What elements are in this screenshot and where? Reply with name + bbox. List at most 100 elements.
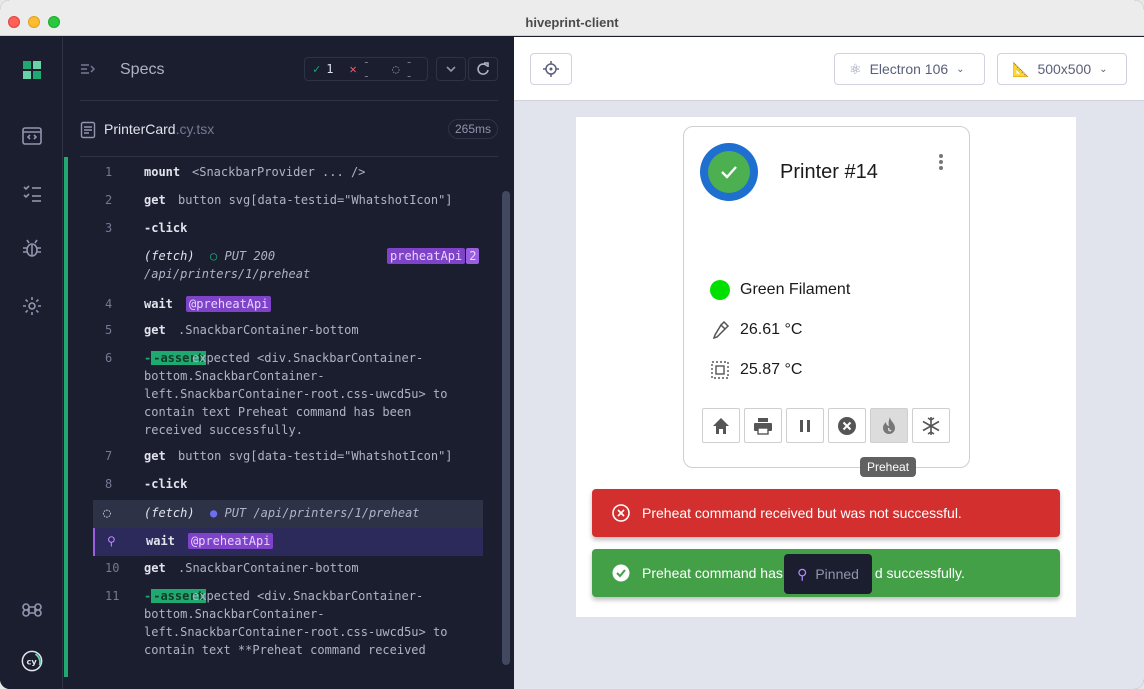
- checkmark-icon: [721, 166, 737, 179]
- fetch-row-active[interactable]: ◌ (fetch) ● PUT /api/printers/1/preheat: [93, 500, 483, 528]
- browser-selector[interactable]: ⚛ Electron 106 ⌄: [834, 53, 985, 85]
- settings-gear-icon[interactable]: [19, 293, 45, 319]
- refresh-icon: [477, 62, 489, 75]
- status-circle-icon: ○: [210, 249, 218, 263]
- command-row[interactable]: 1 mount <SnackbarProvider ... />: [93, 165, 483, 191]
- spec-file-ext: .cy.tsx: [175, 121, 215, 137]
- pause-button[interactable]: [786, 408, 824, 443]
- command-row[interactable]: 3 -click: [93, 221, 483, 247]
- pause-icon: [800, 419, 810, 432]
- assert-row[interactable]: 6 - -assert expected <div.SnackbarContain…: [93, 351, 483, 441]
- alias-badge[interactable]: preheatApi 2: [387, 248, 480, 264]
- alias-label: @preheatApi: [188, 533, 274, 549]
- command-message: button svg[data-testid="WhatshotIcon"]: [178, 449, 453, 463]
- assert-line: left.SnackbarContainer-root.css-uwcd5u> …: [144, 387, 448, 401]
- expand-collapse-button[interactable]: [436, 57, 466, 81]
- rerun-button[interactable]: [468, 57, 498, 81]
- chevron-down-icon: ⌄: [956, 63, 965, 75]
- window-title: hiveprint-client: [525, 15, 619, 30]
- document-icon: [80, 121, 96, 139]
- pending-stat: ◌ --: [384, 55, 427, 83]
- nozzle-temp-row: 26.61 °C: [710, 320, 802, 340]
- command-row[interactable]: 2 get button svg[data-testid="WhatshotIc…: [93, 193, 483, 219]
- x-icon: ✕: [349, 62, 357, 76]
- electron-icon: ⚛: [849, 60, 862, 77]
- nozzle-temp-value: 26.61 °C: [740, 321, 803, 338]
- specs-list-icon[interactable]: [80, 61, 96, 77]
- selector-playground-button[interactable]: [530, 53, 572, 85]
- cooldown-button[interactable]: [912, 408, 950, 443]
- printer-name: Printer #14: [780, 161, 878, 183]
- fetch-url: /api/printers/1/preheat: [144, 267, 311, 281]
- fetch-method-status: PUT 200: [224, 249, 276, 263]
- pin-icon: ⚲: [797, 565, 808, 582]
- preheat-button[interactable]: [870, 408, 908, 443]
- fetch-row[interactable]: (fetch) ○ PUT 200 /api/printers/1/prehea…: [93, 248, 483, 289]
- debug-bug-icon[interactable]: [19, 236, 45, 262]
- assert-line: contain text Preheat command has been: [144, 405, 412, 419]
- bed-icon: [711, 361, 729, 379]
- command-message: button svg[data-testid="WhatshotIcon"]: [178, 193, 453, 207]
- chevron-down-icon: ⌄: [1099, 63, 1108, 75]
- filament-label: Green Filament: [740, 281, 851, 298]
- aut-iframe: Printer #14 Green Filament 26.61 °C 25.8…: [576, 117, 1076, 617]
- test-pass-indicator: [64, 157, 68, 677]
- status-dot-icon: ●: [210, 506, 218, 520]
- app-window: hiveprint-client cy Specs ✓ 1 ✕ -- ◌ -- …: [0, 0, 1144, 689]
- more-vert-icon[interactable]: [938, 153, 944, 171]
- command-number: 5: [105, 323, 113, 337]
- filament-color-dot: [710, 280, 730, 300]
- command-log: 1 mount <SnackbarProvider ... /> 2 get b…: [64, 157, 514, 689]
- assert-row[interactable]: 11 - -assert expected <div.SnackbarContai…: [93, 589, 483, 665]
- print-button[interactable]: [744, 408, 782, 443]
- error-snackbar-message: Preheat command received but was not suc…: [642, 505, 962, 521]
- spec-duration-badge: 265ms: [447, 119, 498, 139]
- specs-nav-icon[interactable]: [19, 123, 45, 149]
- check-icon: ✓: [313, 62, 321, 76]
- printer-card: Printer #14 Green Filament 26.61 °C 25.8…: [683, 126, 970, 468]
- command-row[interactable]: 10 get .SnackbarContainer-bottom: [93, 561, 483, 587]
- ruler-icon: 📐: [1012, 60, 1030, 77]
- error-snackbar: Preheat command received but was not suc…: [592, 489, 1060, 537]
- command-name: mount: [144, 165, 181, 179]
- assert-line: bottom.SnackbarContainer-: [144, 607, 325, 621]
- cypress-logo-icon[interactable]: [19, 57, 45, 83]
- command-row-pinned[interactable]: ⚲ wait @preheatApi: [93, 528, 483, 556]
- test-stats: ✓ 1 ✕ -- ◌ --: [304, 55, 428, 83]
- command-number: 11: [105, 589, 120, 603]
- keyboard-shortcuts-icon[interactable]: [19, 597, 45, 623]
- error-icon: [612, 504, 630, 522]
- command-number: 8: [105, 477, 113, 491]
- cypress-cy-logo-icon[interactable]: cy: [16, 645, 48, 677]
- assert-line: expected <div.SnackbarContainer-: [192, 351, 424, 365]
- command-row[interactable]: 7 get button svg[data-testid="WhatshotIc…: [93, 449, 483, 475]
- cancel-icon: [838, 416, 856, 435]
- command-name: get: [144, 561, 166, 575]
- spec-file-header[interactable]: PrinterCard.cy.tsx 265ms: [80, 101, 498, 157]
- nozzle-icon: [712, 320, 730, 340]
- assert-line: left.SnackbarContainer-root.css-uwcd5u> …: [144, 625, 448, 639]
- command-name: -click: [144, 477, 188, 491]
- success-check-icon: [612, 564, 630, 582]
- aut-toolbar: ⚛ Electron 106 ⌄ 📐 500x500 ⌄: [514, 37, 1144, 101]
- viewport-selector[interactable]: 📐 500x500 ⌄: [997, 53, 1127, 85]
- command-number: 3: [105, 221, 113, 235]
- command-row[interactable]: 5 get .SnackbarContainer-bottom: [93, 323, 483, 349]
- reporter-panel: Specs ✓ 1 ✕ -- ◌ -- PrinterCard.cy.tsx 2…: [64, 37, 514, 689]
- home-button[interactable]: [702, 408, 740, 443]
- side-nav: cy: [0, 37, 63, 689]
- assert-line: contain text **Preheat command received: [144, 643, 426, 657]
- assert-line: expected <div.SnackbarContainer-: [192, 589, 424, 603]
- command-message: <SnackbarProvider ... />: [192, 165, 366, 179]
- specs-title[interactable]: Specs: [120, 61, 164, 79]
- chevron-down-icon: [446, 66, 456, 73]
- command-number: 7: [105, 449, 113, 463]
- command-log-scrollbar[interactable]: [502, 191, 510, 665]
- command-row[interactable]: 4 wait @preheatApi: [93, 296, 483, 323]
- cancel-button[interactable]: [828, 408, 866, 443]
- browser-label: Electron 106: [869, 61, 949, 77]
- printer-status-avatar: [700, 143, 758, 201]
- fetch-method-url: PUT /api/printers/1/preheat: [224, 506, 420, 520]
- command-name: get: [144, 323, 166, 337]
- runs-nav-icon[interactable]: [19, 180, 45, 206]
